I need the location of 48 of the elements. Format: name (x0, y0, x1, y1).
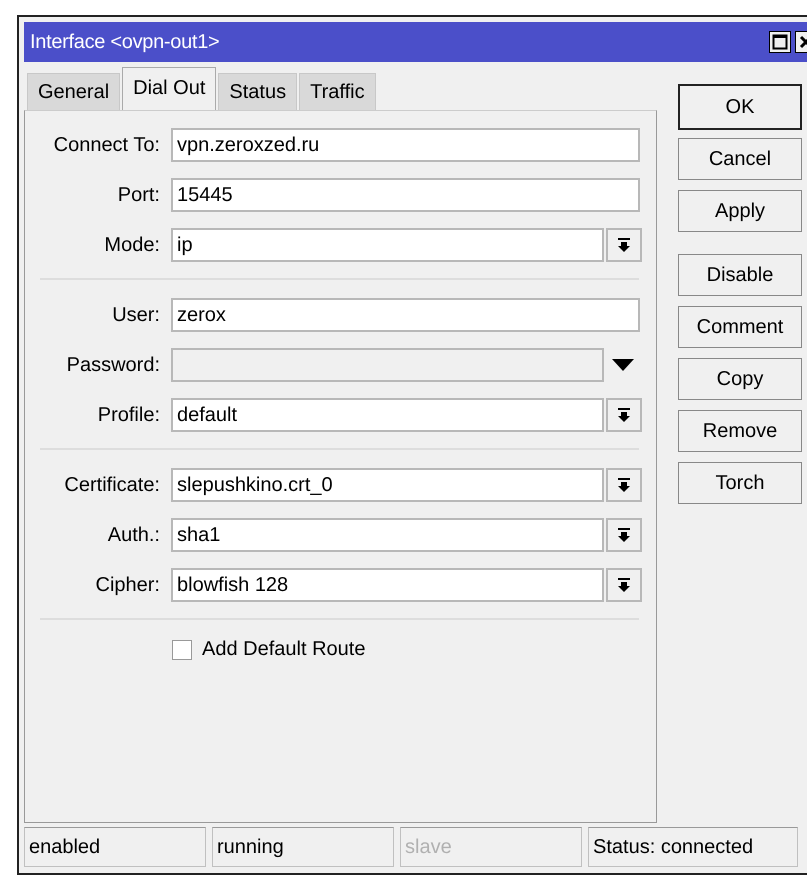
field-label: Mode: (103, 234, 161, 256)
action-button[interactable]: Comment (678, 306, 802, 348)
action-button[interactable]: OK (678, 84, 802, 130)
checkbox[interactable] (172, 640, 192, 660)
action-button[interactable]: Torch (678, 462, 802, 504)
action-button[interactable]: Copy (678, 358, 802, 400)
arrow-down-to-bar-icon (617, 527, 631, 543)
action-button[interactable]: Disable (678, 254, 802, 296)
triangle-down-icon[interactable] (612, 359, 634, 371)
dropdown-button[interactable] (606, 518, 642, 552)
maximize-icon[interactable] (769, 31, 791, 53)
checkbox-label: Add Default Route (202, 638, 366, 661)
arrow-down-to-bar-icon (617, 477, 631, 493)
arrow-down-to-bar-icon (617, 577, 631, 593)
field-label: Port: (116, 184, 161, 206)
arrow-down-to-bar-icon (617, 407, 631, 423)
field-label: User: (111, 304, 161, 326)
field-label: Connect To: (52, 134, 161, 156)
tab[interactable]: Status (218, 73, 298, 110)
window-title: Interface <ovpn-out1> (30, 30, 220, 54)
field-label: Certificate: (63, 474, 161, 496)
input-field[interactable]: default (171, 398, 604, 432)
field-label: Profile: (96, 404, 161, 426)
status-cell: slave (400, 827, 582, 867)
input-field[interactable]: vpn.zeroxzed.ru (171, 128, 640, 162)
action-button[interactable]: Cancel (678, 138, 802, 180)
tab[interactable]: Dial Out (122, 67, 216, 110)
input-field[interactable]: slepushkino.crt_0 (171, 468, 604, 502)
status-cell: enabled (24, 827, 206, 867)
status-cell: running (212, 827, 394, 867)
field-label: Auth.: (106, 524, 161, 546)
dropdown-button[interactable] (606, 468, 642, 502)
action-button[interactable]: Apply (678, 190, 802, 232)
input-field[interactable]: ip (171, 228, 604, 262)
field-label: Cipher: (94, 574, 161, 596)
dropdown-button[interactable] (606, 228, 642, 262)
field-label: Password: (66, 354, 161, 376)
tab[interactable]: Traffic (299, 73, 376, 110)
input-field[interactable]: zerox (171, 298, 640, 332)
status-cell: Status: connected (588, 827, 798, 867)
input-field[interactable]: blowfish 128 (171, 568, 604, 602)
dropdown-button[interactable] (606, 398, 642, 432)
arrow-down-to-bar-icon (617, 237, 631, 253)
input-field[interactable]: 15445 (171, 178, 640, 212)
dropdown-button[interactable] (606, 568, 642, 602)
tab[interactable]: General (27, 73, 120, 110)
action-button[interactable]: Remove (678, 410, 802, 452)
input-field[interactable]: sha1 (171, 518, 604, 552)
